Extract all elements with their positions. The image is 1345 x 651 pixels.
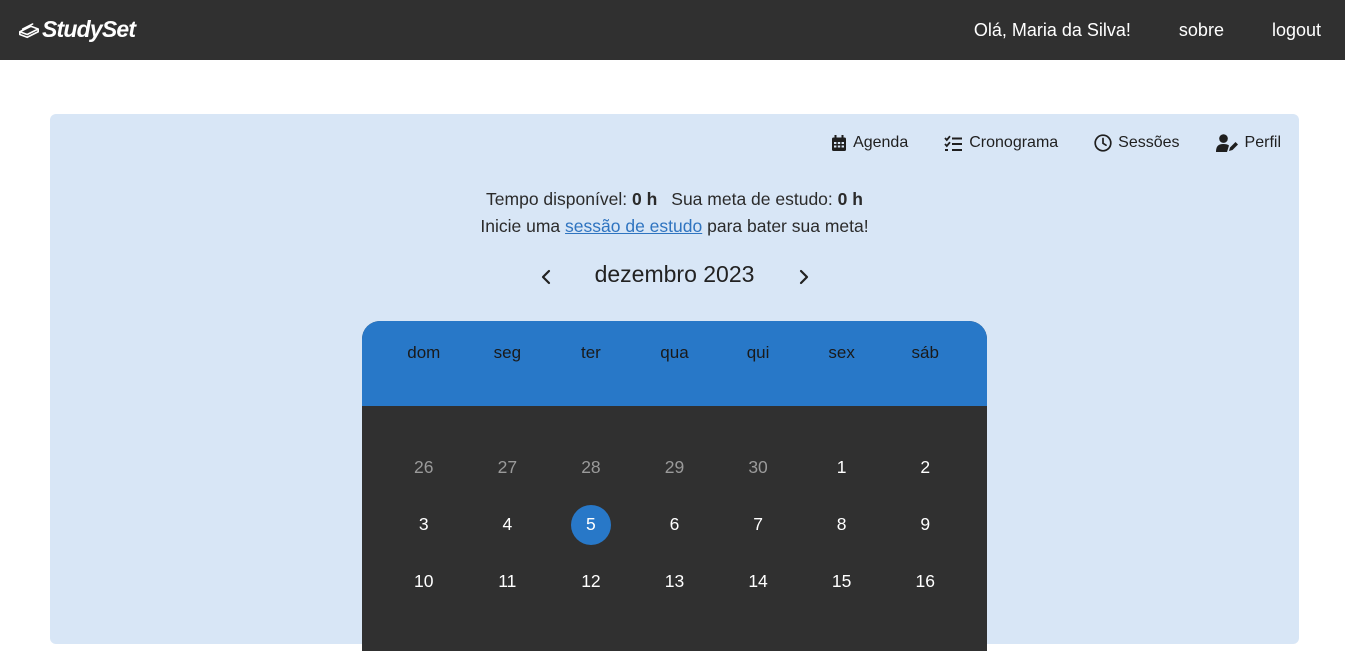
calendar-day[interactable]: 4 [466,496,550,553]
calendar-day[interactable]: 27 [466,439,550,496]
calendar-day[interactable]: 14 [716,553,800,610]
tab-sessoes[interactable]: Sessões [1094,134,1180,152]
weekday-label: qua [660,343,689,362]
tab-cronograma[interactable]: Cronograma [944,134,1058,152]
study-session-link[interactable]: sessão de estudo [565,216,702,236]
chevron-left-icon[interactable] [535,266,557,288]
about-link[interactable]: sobre [1179,20,1224,41]
calendar-icon [832,134,847,151]
dashboard-panel: Agenda Cronograma Sessões Perfil Tempo d… [50,114,1299,651]
day-number: 30 [748,457,768,477]
checklist-icon [944,135,963,151]
day-number: 6 [669,514,680,534]
day-number: 15 [831,571,852,591]
study-summary: Tempo disponível: 0 h Sua meta de estudo:… [50,186,1299,240]
brand-name: StudySet [42,15,136,42]
chevron-right-icon[interactable] [793,266,815,288]
tab-perfil[interactable]: Perfil [1215,134,1281,152]
day-number: 1 [836,457,847,477]
day-number: 28 [581,457,601,477]
calendar-day[interactable]: 12 [549,553,633,610]
day-number: 12 [581,571,601,591]
calendar-day[interactable]: 3 [382,496,466,553]
calendar-day[interactable]: 1 [800,439,884,496]
weekday-label: qui [746,343,770,362]
section-tabs: Agenda Cronograma Sessões Perfil [831,134,1281,152]
day-number: 13 [664,571,685,591]
day-number: 29 [664,457,685,477]
clock-icon [1094,134,1112,152]
calendar-day[interactable]: 6 [633,496,717,553]
top-navbar: StudySet Olá, Maria da Silva! sobre logo… [0,0,1345,60]
day-number: 14 [748,571,768,591]
day-number: 3 [418,514,429,534]
month-calendar: dom seg ter qua qui sex sáb 26 27 28 29 30 1 2 3 4 5 6 7 8… [362,321,987,651]
weekday-label: sáb [911,343,939,362]
calendar-day[interactable]: 16 [883,553,967,610]
brand-logo[interactable]: StudySet [18,12,136,46]
calendar-day[interactable]: 11 [466,553,550,610]
calendar-day[interactable]: 2 [883,439,967,496]
study-goal-label: Sua meta de estudo: [671,189,833,209]
user-edit-icon [1215,134,1238,152]
calendar-day[interactable]: 30 [716,439,800,496]
available-time-value: 0 h [631,189,658,209]
calendar-day[interactable]: 9 [883,496,967,553]
day-number: 10 [414,571,434,591]
weekday-label: dom [407,343,441,362]
day-number: 5 [570,504,611,545]
day-number: 4 [502,514,513,534]
calendar-day[interactable]: 28 [549,439,633,496]
calendar-day[interactable]: 10 [382,553,466,610]
day-number: 16 [915,571,935,591]
calendar-day-today[interactable]: 5 [549,496,633,553]
tab-label: Agenda [853,134,909,151]
tab-agenda[interactable]: Agenda [831,134,908,152]
logout-link[interactable]: logout [1272,20,1321,41]
available-time-label: Tempo disponível: [486,189,628,209]
calendar-day[interactable]: 26 [382,439,466,496]
study-goal-value: 0 h [837,189,863,209]
tab-label: Cronograma [969,134,1059,151]
day-number: 26 [414,457,434,477]
prompt-text-before: Inicie uma [480,216,561,236]
user-greeting[interactable]: Olá, Maria da Silva! [974,20,1131,41]
weekday-label: sex [828,343,855,362]
day-number: 11 [498,571,517,591]
day-number: 27 [497,457,518,477]
month-title: dezembro 2023 [594,260,755,287]
day-number: 2 [920,457,931,477]
calendar-days: 26 27 28 29 30 1 2 3 4 5 6 7 8 9 10 11 12 13 14 15 16 [362,406,987,610]
day-number: 7 [753,514,763,534]
tab-label: Perfil [1244,134,1281,151]
day-number: 8 [836,514,847,534]
calendar-day[interactable]: 7 [716,496,800,553]
weekday-label: ter [581,343,601,362]
calendar-day[interactable]: 15 [800,553,884,610]
weekday-header: dom seg ter qua qui sex sáb [362,321,987,406]
calendar-day[interactable]: 29 [633,439,717,496]
weekday-label: seg [493,343,522,362]
calendar-day[interactable]: 8 [800,496,884,553]
calendar-day[interactable]: 13 [633,553,717,610]
month-navigation: dezembro 2023 [50,260,1299,288]
tab-label: Sessões [1118,134,1180,151]
day-number: 9 [920,514,931,534]
books-icon [19,23,39,39]
prompt-text-after: para bater sua meta! [707,216,869,236]
